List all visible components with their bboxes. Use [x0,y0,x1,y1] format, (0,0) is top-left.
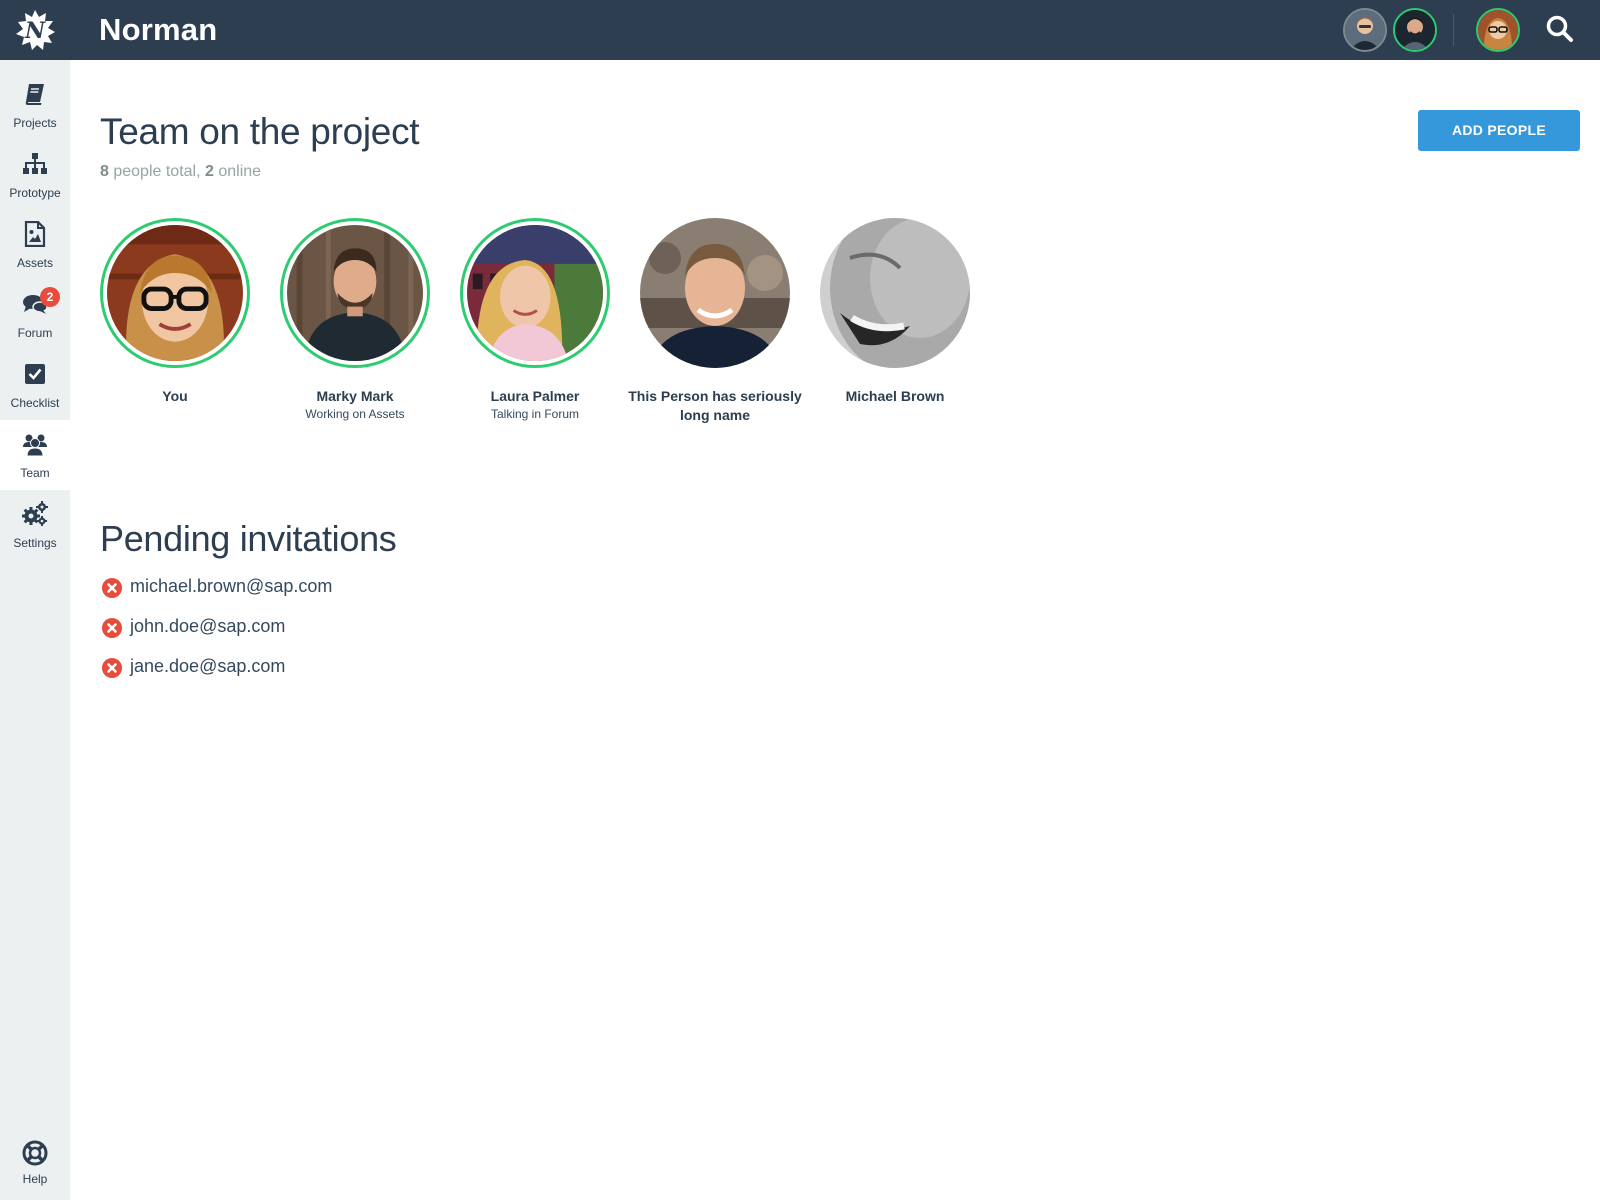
current-user-avatar[interactable] [1476,8,1520,52]
remove-invitation-icon[interactable] [102,658,122,678]
people-icon [23,434,47,457]
online-text: online [213,163,262,180]
sidebar-item-label: Assets [16,256,53,270]
top-bar: N Norman [0,0,1600,60]
checkbox-icon [25,364,45,384]
sidebar-item-label: Forum [17,326,53,340]
norman-logo[interactable]: N [14,9,56,51]
collaborator-avatar[interactable] [1393,8,1437,52]
sidebar-item-label: Checklist [10,396,60,410]
sidebar-item-label: Team [20,466,50,480]
online-count: 2 [204,163,214,180]
collaborator-avatar[interactable] [1343,8,1387,52]
section-title: Pending invitations [100,518,397,559]
member-name: Laura Palmer [490,388,580,404]
team-summary: 8 people total, 2 online [100,163,261,181]
sitemap-icon [23,153,47,174]
sidebar-item-label: Prototype [9,186,61,200]
member-name: Marky Mark [316,388,394,404]
invitation-email: john.doe@sap.com [130,616,286,636]
avatar[interactable] [640,218,790,368]
sidebar-item-projects[interactable]: Projects [0,70,70,140]
sidebar-item-forum[interactable]: 2 Forum [0,280,70,350]
member-status: Talking in Forum [490,407,580,421]
total-text: people total, [108,163,205,180]
book-icon [25,84,44,105]
invitation-email: jane.doe@sap.com [130,656,286,676]
total-count: 8 [100,163,109,180]
image-file-icon [24,221,46,247]
member-name: You [162,388,188,404]
lifebuoy-icon [22,1140,48,1166]
team-member[interactable]: You [85,218,265,407]
notification-badge: 2 [40,287,60,307]
sidebar-item-prototype[interactable]: Prototype [0,140,70,210]
svg-text:N: N [24,18,46,44]
avatar[interactable] [460,218,610,368]
team-member[interactable]: Michael Brown [805,218,985,407]
sidebar-item-assets[interactable]: Assets [0,210,70,280]
search-icon[interactable] [1544,13,1576,45]
sidebar-item-label: Projects [13,116,57,130]
invitation-email: michael.brown@sap.com [130,576,333,596]
page-title: Team on the project [100,111,420,152]
team-member[interactable]: Laura Palmer Talking in Forum [445,218,625,421]
remove-invitation-icon[interactable] [102,578,122,598]
header-divider [1453,14,1454,46]
sidebar-item-label: Settings [13,536,57,550]
sidebar-item-label: Help [22,1172,48,1186]
member-name: Michael Brown [845,388,945,404]
sidebar-item-help[interactable]: Help [0,1130,70,1196]
avatar[interactable] [100,218,250,368]
app-title: Norman [99,12,218,47]
gears-icon [22,501,48,526]
avatar[interactable] [820,218,970,368]
sidebar: Projects Prototype Assets 2 Forum Checkl… [0,60,70,1200]
member-name: This Person has seriously long name [628,388,802,423]
sidebar-item-checklist[interactable]: Checklist [0,350,70,420]
team-member[interactable]: Marky Mark Working on Assets [265,218,445,421]
avatar[interactable] [280,218,430,368]
member-status: Working on Assets [305,407,405,421]
team-member[interactable]: This Person has seriously long name [625,218,805,426]
sidebar-item-settings[interactable]: Settings [0,490,70,560]
add-people-button[interactable]: ADD PEOPLE [1418,110,1580,151]
remove-invitation-icon[interactable] [102,618,122,638]
sidebar-item-team[interactable]: Team [0,420,70,490]
